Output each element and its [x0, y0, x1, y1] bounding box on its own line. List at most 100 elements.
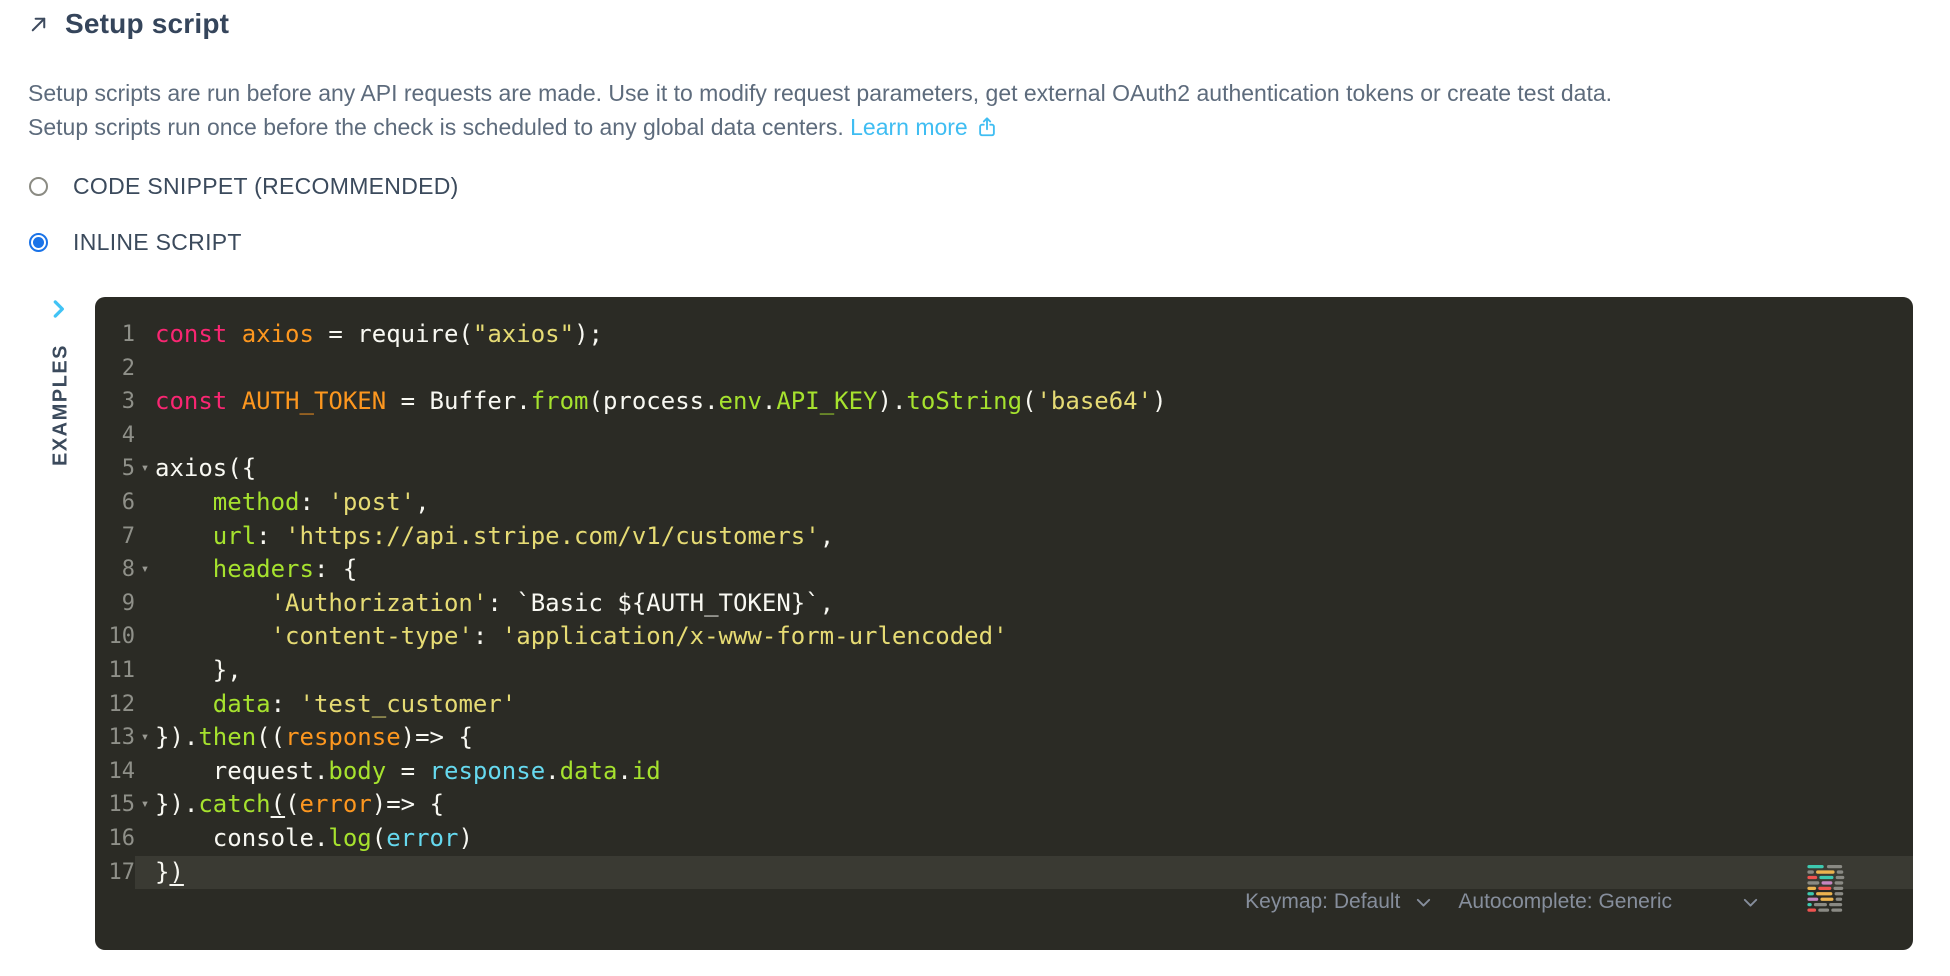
code-line-body[interactable] [135, 419, 1913, 453]
autocomplete-select[interactable]: Autocomplete: Generic [1458, 890, 1761, 914]
radio-option-inline-script[interactable]: INLINE SCRIPT [29, 230, 242, 255]
code-line[interactable]: 2 [95, 352, 1913, 386]
code-line-body[interactable]: 'Authorization': `Basic ${AUTH_TOKEN}`, [135, 587, 1913, 621]
code-editor[interactable]: 1const axios = require("axios");23const … [95, 297, 1913, 950]
code-text: url: 'https://api.stripe.com/v1/customer… [155, 520, 834, 554]
code-line[interactable]: 5▾axios({ [95, 452, 1913, 486]
fold-gutter [135, 755, 155, 789]
keymap-select[interactable]: Keymap: Default [1245, 890, 1434, 914]
page-header: Setup script [27, 8, 229, 40]
code-line[interactable]: 14 request.body = response.data.id [95, 755, 1913, 789]
examples-label[interactable]: EXAMPLES [50, 344, 73, 466]
code-text: 'Authorization': `Basic ${AUTH_TOKEN}`, [155, 587, 834, 621]
code-line-body[interactable]: data: 'test_customer' [135, 688, 1913, 722]
line-number: 14 [95, 755, 135, 789]
code-token-prop: catch [198, 790, 270, 818]
code-token-pl: ) [458, 824, 472, 852]
code-text: method: 'post', [155, 486, 430, 520]
code-line[interactable]: 13▾}).then((response)=> { [95, 721, 1913, 755]
fold-arrow-icon[interactable]: ▾ [135, 721, 155, 755]
line-number: 9 [95, 587, 135, 621]
code-token-pl: . [545, 757, 559, 785]
code-token-pl: : [300, 488, 329, 516]
code-token-prop: data [560, 757, 618, 785]
code-line-body[interactable]: method: 'post', [135, 486, 1913, 520]
radio-label: CODE SNIPPET (RECOMMENDED) [73, 173, 459, 200]
code-token-str: 'content-type' [271, 622, 473, 650]
learn-more-link[interactable]: Learn more [850, 114, 998, 140]
line-number: 1 [95, 318, 135, 352]
code-line[interactable]: 9 'Authorization': `Basic ${AUTH_TOKEN}`… [95, 587, 1913, 621]
line-number: 2 [95, 352, 135, 386]
code-line-body[interactable]: request.body = response.data.id [135, 755, 1913, 789]
code-line-body[interactable]: const axios = require("axios"); [135, 318, 1913, 352]
code-line-body[interactable]: 'content-type': 'application/x-www-form-… [135, 620, 1913, 654]
code-line[interactable]: 12 data: 'test_customer' [95, 688, 1913, 722]
fold-arrow-icon[interactable]: ▾ [135, 452, 155, 486]
code-text: const AUTH_TOKEN = Buffer.from(process.e… [155, 385, 1167, 419]
code-line[interactable]: 4 [95, 419, 1913, 453]
code-token-prop: API_KEY [776, 387, 877, 415]
line-number: 3 [95, 385, 135, 419]
code-line-body[interactable]: console.log(error) [135, 822, 1913, 856]
code-token-pl [155, 555, 213, 583]
code-token-pl: }). [155, 790, 198, 818]
code-token-match: ( [271, 790, 285, 818]
code-token-kw: const [155, 387, 227, 415]
fold-gutter [135, 419, 155, 453]
code-line-body[interactable]: ▾ headers: { [135, 553, 1913, 587]
code-token-pl: }). [155, 723, 198, 751]
description-line-2-text: Setup scripts run once before the check … [28, 114, 844, 140]
examples-chevron-icon[interactable] [45, 296, 71, 327]
code-line-body[interactable]: }, [135, 654, 1913, 688]
line-number: 10 [95, 620, 135, 654]
code-token-pl: = require( [314, 320, 473, 348]
fold-arrow-icon[interactable]: ▾ [135, 553, 155, 587]
editor-status-bar: Keymap: Default Autocomplete: Generic [1245, 877, 1848, 927]
code-token-pl [155, 522, 213, 550]
code-line[interactable]: 15▾}).catch((error)=> { [95, 788, 1913, 822]
line-number: 5 [95, 452, 135, 486]
code-line-body[interactable]: ▾}).then((response)=> { [135, 721, 1913, 755]
description: Setup scripts are run before any API req… [28, 76, 1612, 144]
code-line-body[interactable]: url: 'https://api.stripe.com/v1/customer… [135, 520, 1913, 554]
code-line[interactable]: 1const axios = require("axios"); [95, 318, 1913, 352]
code-line[interactable]: 11 }, [95, 654, 1913, 688]
code-token-prop: from [531, 387, 589, 415]
code-token-def: axios [242, 320, 314, 348]
code-line[interactable]: 6 method: 'post', [95, 486, 1913, 520]
radio-option-code-snippet[interactable]: CODE SNIPPET (RECOMMENDED) [29, 174, 459, 199]
code-line[interactable]: 8▾ headers: { [95, 553, 1913, 587]
fold-arrow-icon[interactable]: ▾ [135, 788, 155, 822]
code-line-body[interactable] [135, 352, 1913, 386]
code-token-pl: : [256, 522, 285, 550]
fold-gutter [135, 688, 155, 722]
code-token-str: 'base64' [1036, 387, 1152, 415]
code-line[interactable]: 10 'content-type': 'application/x-www-fo… [95, 620, 1913, 654]
code-token-pl: axios({ [155, 454, 256, 482]
code-token-pl: ). [878, 387, 907, 415]
radio-input-inline-script[interactable] [29, 233, 48, 252]
line-number: 11 [95, 654, 135, 688]
code-token-pl: ( [372, 824, 386, 852]
code-token-prop: url [213, 522, 256, 550]
code-token-pl: , [415, 488, 429, 516]
radio-input-code-snippet[interactable] [29, 177, 48, 196]
code-line[interactable]: 7 url: 'https://api.stripe.com/v1/custom… [95, 520, 1913, 554]
code-token-prop: env [719, 387, 762, 415]
code-token-pl [227, 320, 241, 348]
code-token-pl: ( [285, 790, 299, 818]
code-text: console.log(error) [155, 822, 473, 856]
code-lines[interactable]: 1const axios = require("axios");23const … [95, 297, 1913, 889]
code-line[interactable]: 16 console.log(error) [95, 822, 1913, 856]
fold-gutter [135, 654, 155, 688]
code-line-body[interactable]: const AUTH_TOKEN = Buffer.from(process.e… [135, 385, 1913, 419]
code-line-body[interactable]: ▾axios({ [135, 452, 1913, 486]
code-text: }).then((response)=> { [155, 721, 473, 755]
code-token-pl: request. [155, 757, 328, 785]
code-line-body[interactable]: ▾}).catch((error)=> { [135, 788, 1913, 822]
code-line[interactable]: 3 const AUTH_TOKEN = Buffer.from(process.… [95, 385, 1913, 419]
code-token-kw: const [155, 320, 227, 348]
code-token-pl: console. [155, 824, 328, 852]
code-token-var: response [430, 757, 546, 785]
